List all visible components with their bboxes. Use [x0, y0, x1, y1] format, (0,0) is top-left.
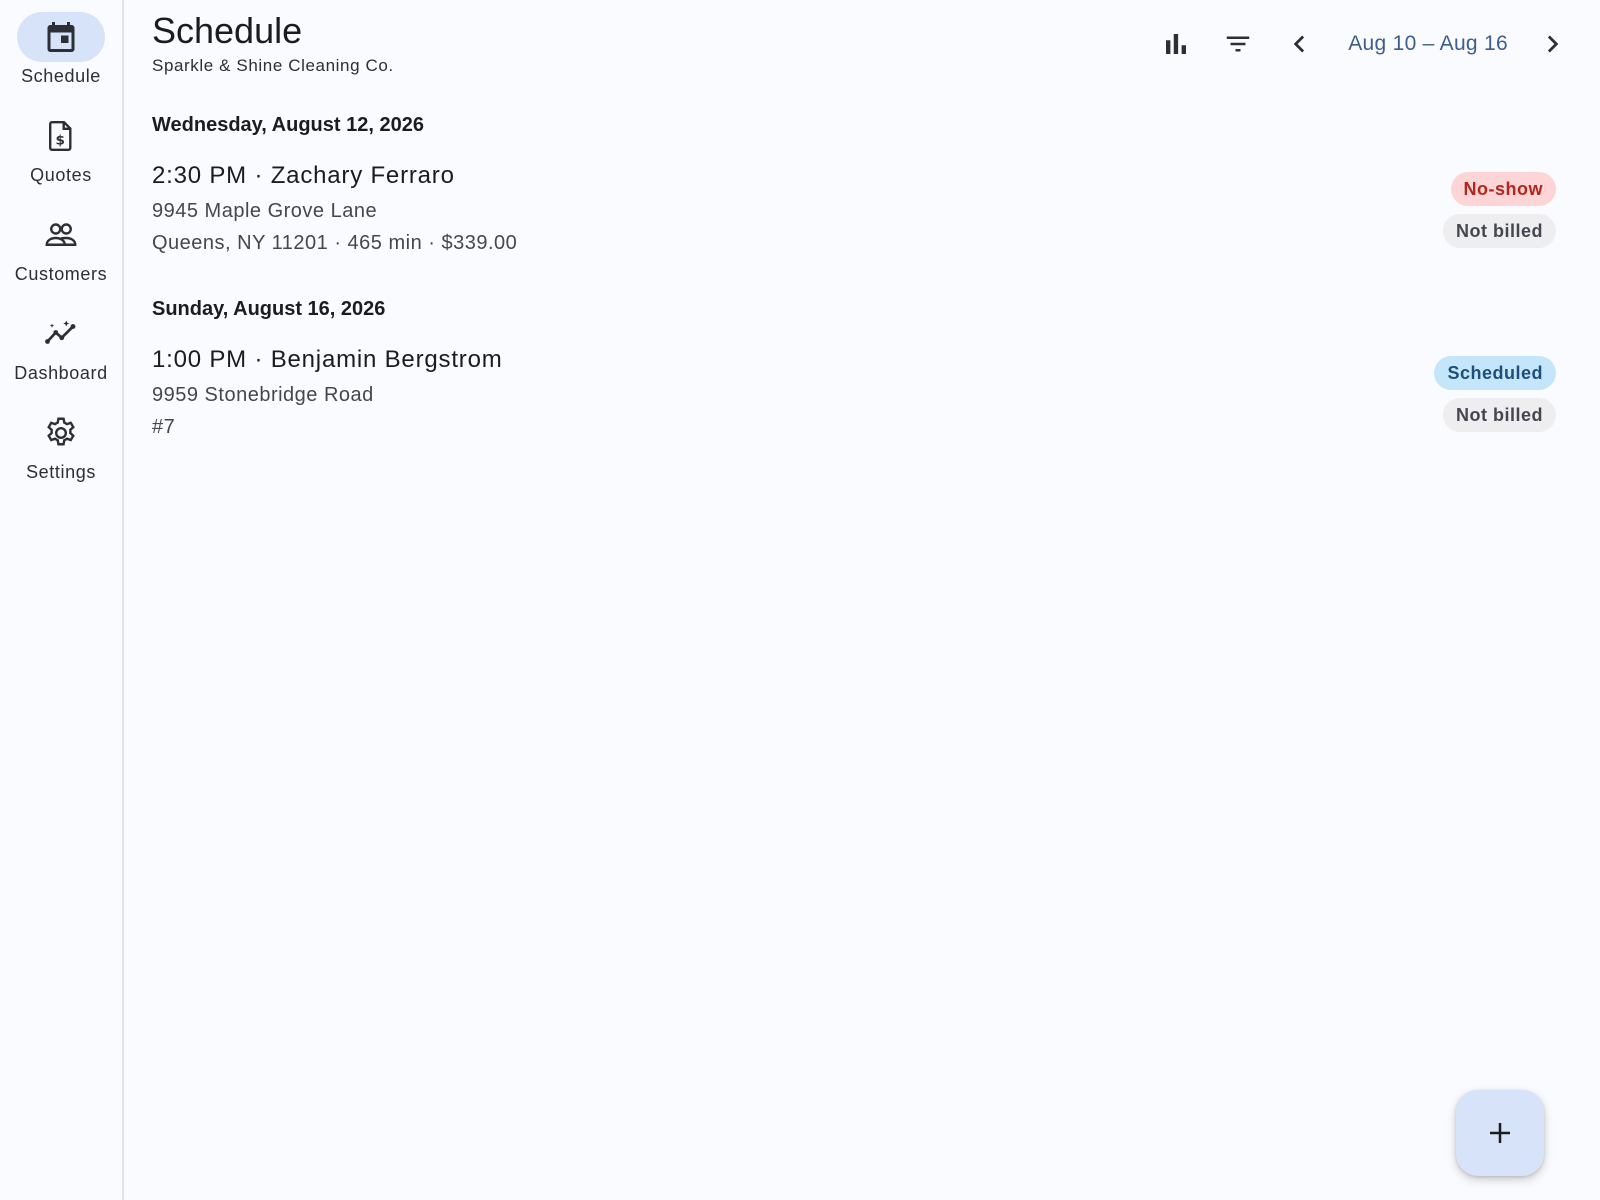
schedule-toolbar: Aug 10 – Aug 16	[1154, 22, 1574, 66]
svg-text:$: $	[56, 132, 65, 148]
nav-item-quotes[interactable]: $ Quotes	[0, 111, 123, 186]
status-badge: No-show	[1450, 172, 1556, 206]
previous-week-button[interactable]	[1278, 22, 1322, 66]
nav-item-customers[interactable]: Customers	[0, 210, 123, 285]
page-title: Schedule	[152, 10, 303, 51]
appointment-card[interactable]: 1:00 PM · Benjamin Bergstrom 9959 Stoneb…	[152, 346, 1556, 446]
insights-icon	[45, 320, 76, 344]
plus-icon	[1490, 1123, 1510, 1143]
next-week-button[interactable]	[1530, 22, 1574, 66]
appointment-title: 2:30 PM · Zachary Ferraro	[152, 162, 455, 189]
appointment-address: 9945 Maple Grove Lane	[152, 200, 378, 222]
week-range-label[interactable]: Aug 10 – Aug 16	[1322, 32, 1530, 56]
chevron-right-icon	[1547, 35, 1559, 53]
appointment-details: Queens, NY 11201 · 465 min · $339.00	[152, 232, 518, 254]
nav-label-settings: Settings	[26, 462, 96, 482]
stats-button[interactable]	[1154, 22, 1198, 66]
status-badge: Scheduled	[1434, 356, 1556, 390]
nav-label-dashboard: Dashboard	[14, 363, 108, 383]
nav-label-schedule: Schedule	[21, 66, 101, 86]
filter-icon	[1226, 36, 1250, 52]
nav-label-customers: Customers	[14, 264, 108, 284]
chevron-left-icon	[1293, 35, 1305, 53]
nav-item-settings[interactable]: Settings	[0, 408, 123, 483]
bar-chart-icon	[1166, 34, 1187, 54]
appointment-address: 9959 Stonebridge Road	[152, 384, 374, 406]
appointment-card[interactable]: 2:30 PM · Zachary Ferraro 9945 Maple Gro…	[152, 162, 1556, 262]
gear-icon	[47, 417, 75, 446]
main-content: Schedule Sparkle & Shine Cleaning Co. Au…	[126, 0, 1600, 1200]
nav-item-dashboard[interactable]: Dashboard	[0, 309, 123, 384]
add-appointment-button[interactable]	[1456, 1090, 1544, 1176]
people-icon	[45, 223, 77, 246]
billing-badge: Not billed	[1443, 214, 1556, 248]
navigation-rail: Schedule $ Quotes Customers Dashboard Se…	[0, 0, 124, 1200]
quote-document-icon: $	[49, 121, 72, 151]
day-heading: Sunday, August 16, 2026	[152, 298, 386, 320]
calendar-icon	[47, 22, 75, 52]
day-heading: Wednesday, August 12, 2026	[152, 114, 424, 136]
filter-button[interactable]	[1216, 22, 1260, 66]
nav-item-schedule[interactable]: Schedule	[0, 12, 123, 87]
nav-label-quotes: Quotes	[30, 165, 92, 185]
appointment-title: 1:00 PM · Benjamin Bergstrom	[152, 346, 503, 373]
nav-indicator	[17, 12, 105, 62]
appointment-details: #7	[152, 416, 176, 438]
billing-badge: Not billed	[1443, 398, 1556, 432]
company-name: Sparkle & Shine Cleaning Co.	[152, 56, 394, 75]
